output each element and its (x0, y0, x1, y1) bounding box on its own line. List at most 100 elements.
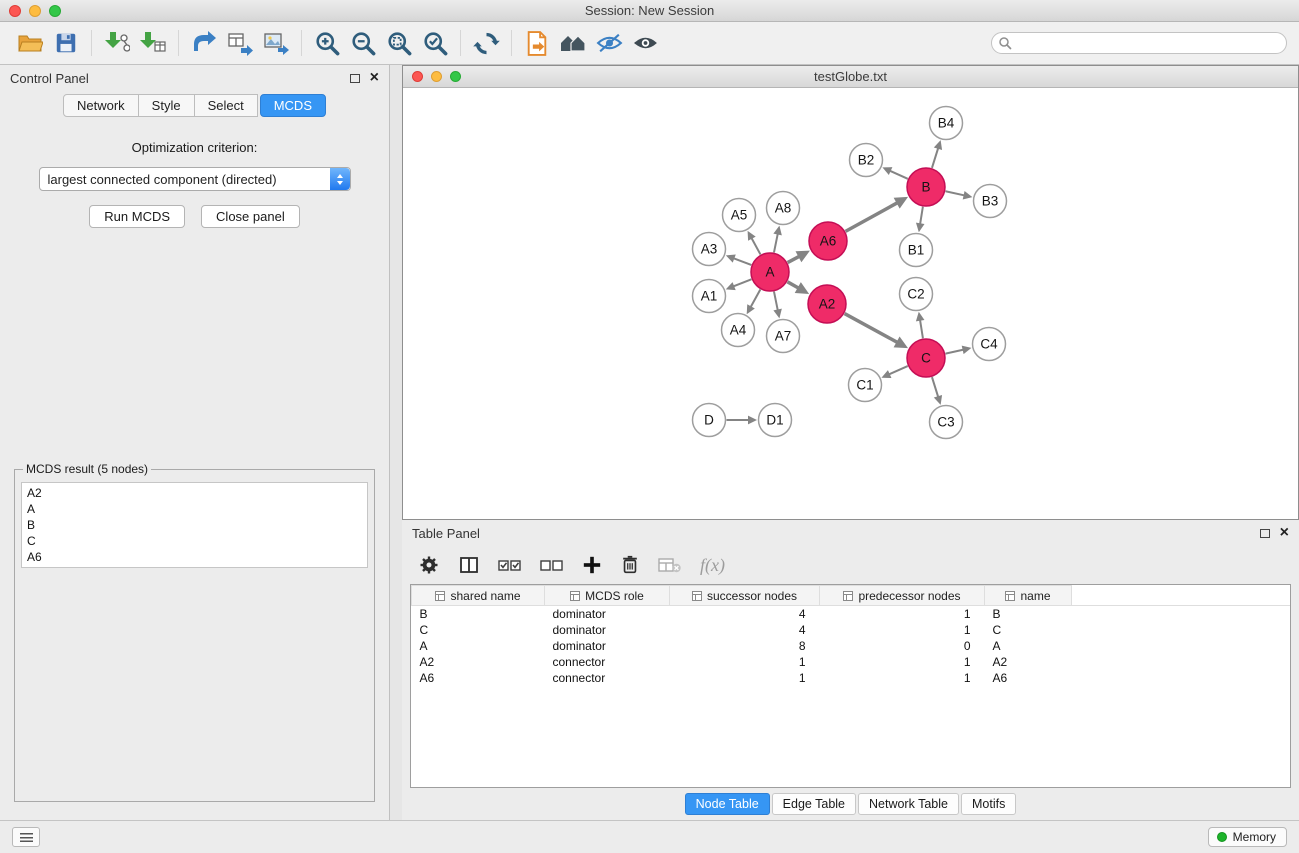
cell[interactable]: connector (545, 670, 670, 686)
node-B[interactable]: B (907, 168, 945, 206)
cell[interactable]: A (985, 638, 1072, 654)
save-session-icon[interactable] (48, 26, 84, 60)
close-panel-icon[interactable]: × (370, 72, 379, 84)
result-item-a6[interactable]: A6 (27, 549, 362, 565)
network-close-button[interactable] (412, 71, 423, 82)
delete-table-icon[interactable] (658, 556, 682, 574)
delete-rows-icon[interactable] (620, 554, 640, 576)
hide-graphics-details-icon[interactable] (591, 26, 627, 60)
cell[interactable]: 1 (820, 622, 985, 638)
edge-C-C3[interactable] (932, 377, 942, 405)
cell[interactable]: 1 (820, 670, 985, 686)
cell[interactable]: A (412, 638, 545, 654)
column-header-name[interactable]: name (985, 586, 1072, 606)
float-panel-icon[interactable] (350, 74, 360, 83)
close-table-panel-icon[interactable]: × (1280, 527, 1289, 539)
close-panel-button[interactable]: Close panel (201, 205, 300, 228)
select-all-icon[interactable] (498, 556, 522, 574)
cell[interactable]: 0 (820, 638, 985, 654)
table-row-b[interactable]: Bdominator41B (412, 606, 1291, 622)
node-A[interactable]: A (751, 253, 789, 291)
split-pane-divider[interactable] (390, 65, 402, 820)
node-A1[interactable]: A1 (693, 280, 726, 313)
node-B4[interactable]: B4 (930, 107, 963, 140)
result-item-a[interactable]: A (27, 501, 362, 517)
cell[interactable]: 8 (670, 638, 820, 654)
tab-network[interactable]: Network (63, 94, 139, 117)
cell[interactable]: B (412, 606, 545, 622)
node-A3[interactable]: A3 (693, 233, 726, 266)
export-graphics-icon[interactable] (258, 26, 294, 60)
node-B2[interactable]: B2 (850, 144, 883, 177)
cell[interactable]: A6 (985, 670, 1072, 686)
table-row-c[interactable]: Cdominator41C (412, 622, 1291, 638)
column-header-MCDS-role[interactable]: MCDS role (545, 586, 670, 606)
minimize-window-button[interactable] (29, 5, 41, 17)
memory-button[interactable]: Memory (1208, 827, 1287, 847)
node-A6[interactable]: A6 (809, 222, 847, 260)
edge-B-B2[interactable] (882, 167, 907, 179)
column-header-predecessor-nodes[interactable]: predecessor nodes (820, 586, 985, 606)
node-A5[interactable]: A5 (723, 199, 756, 232)
edge-A6-B[interactable] (846, 197, 909, 231)
cell[interactable]: C (985, 622, 1072, 638)
edge-A-A5[interactable] (748, 231, 761, 255)
edge-C-C4[interactable] (946, 346, 972, 354)
node-A4[interactable]: A4 (722, 314, 755, 347)
tab-motifs[interactable]: Motifs (961, 793, 1016, 815)
node-A8[interactable]: A8 (767, 192, 800, 225)
cell[interactable]: 4 (670, 622, 820, 638)
result-item-c[interactable]: C (27, 533, 362, 549)
node-D1[interactable]: D1 (759, 404, 792, 437)
column-header-successor-nodes[interactable]: successor nodes (670, 586, 820, 606)
import-table-from-file-icon[interactable] (135, 26, 171, 60)
edge-A-A2[interactable] (787, 282, 809, 294)
edge-B-B1[interactable] (916, 207, 925, 232)
result-item-b[interactable]: B (27, 517, 362, 533)
node-C4[interactable]: C4 (973, 328, 1006, 361)
edge-A-A1[interactable] (726, 279, 752, 290)
table-row-a6[interactable]: A6connector11A6 (412, 670, 1291, 686)
cell[interactable]: 1 (820, 606, 985, 622)
task-history-button[interactable] (12, 827, 40, 847)
edge-C-C1[interactable] (881, 366, 907, 378)
cell[interactable]: B (985, 606, 1072, 622)
node-B1[interactable]: B1 (900, 234, 933, 267)
tab-edge-table[interactable]: Edge Table (772, 793, 856, 815)
zoom-window-button[interactable] (49, 5, 61, 17)
node-D[interactable]: D (693, 404, 726, 437)
show-columns-icon[interactable] (458, 554, 480, 576)
edge-A-A3[interactable] (726, 254, 751, 264)
edge-C-C2[interactable] (916, 312, 925, 338)
tab-network-table[interactable]: Network Table (858, 793, 959, 815)
import-network-from-file-icon[interactable] (99, 26, 135, 60)
cell[interactable]: dominator (545, 606, 670, 622)
cell[interactable]: 4 (670, 606, 820, 622)
import-table-from-url-icon[interactable] (222, 26, 258, 60)
home-icon[interactable] (555, 26, 591, 60)
refresh-view-icon[interactable] (468, 26, 504, 60)
table-row-a[interactable]: Adominator80A (412, 638, 1291, 654)
search-input[interactable] (991, 32, 1287, 54)
node-A2[interactable]: A2 (808, 285, 846, 323)
settings-gear-icon[interactable] (418, 554, 440, 576)
edge-A-A7[interactable] (773, 292, 781, 319)
add-row-icon[interactable] (582, 555, 602, 575)
cell[interactable]: connector (545, 654, 670, 670)
node-C[interactable]: C (907, 339, 945, 377)
cell[interactable]: C (412, 622, 545, 638)
edge-A2-C[interactable] (845, 314, 908, 349)
network-zoom-button[interactable] (450, 71, 461, 82)
network-minimize-button[interactable] (431, 71, 442, 82)
function-builder-icon[interactable]: f(x) (700, 555, 725, 576)
cell[interactable]: dominator (545, 622, 670, 638)
column-header-shared-name[interactable]: shared name (412, 586, 545, 606)
show-graphics-details-icon[interactable] (627, 26, 663, 60)
mcds-result-list[interactable]: A2ABCA6 (21, 482, 368, 568)
cell[interactable]: 1 (670, 670, 820, 686)
run-mcds-button[interactable]: Run MCDS (89, 205, 185, 228)
unselect-all-icon[interactable] (540, 556, 564, 574)
node-C2[interactable]: C2 (900, 278, 933, 311)
optimization-criterion-select[interactable]: largest connected component (directed) (39, 167, 351, 191)
cell[interactable]: 1 (820, 654, 985, 670)
